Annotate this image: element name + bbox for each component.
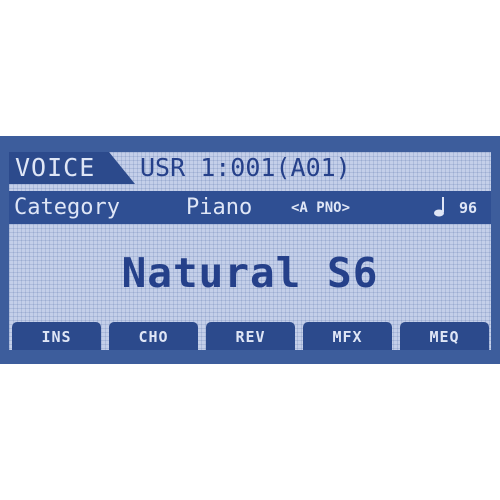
soft-button-row: INS CHO REV MFX MEQ xyxy=(9,322,491,350)
device-bezel: VOICE USR 1:001(A01) Category Piano <A P… xyxy=(0,136,500,364)
category-row: Category Piano <A PNO> 96 xyxy=(9,191,491,224)
category-value: Piano xyxy=(186,195,253,220)
mfx-button[interactable]: MFX xyxy=(303,322,392,350)
category-abbreviation: <A PNO> xyxy=(291,200,351,216)
category-label: Category xyxy=(14,195,120,220)
ins-button[interactable]: INS xyxy=(12,322,101,350)
lcd-screen: VOICE USR 1:001(A01) Category Piano <A P… xyxy=(9,152,491,350)
voice-number: USR 1:001(A01) xyxy=(140,153,351,182)
cho-button[interactable]: CHO xyxy=(109,322,198,350)
rev-button[interactable]: REV xyxy=(206,322,295,350)
mode-label: VOICE xyxy=(15,153,96,182)
note-icon xyxy=(434,197,444,217)
meq-button[interactable]: MEQ xyxy=(400,322,489,350)
voice-name: Natural S6 xyxy=(121,249,379,297)
header-row: VOICE USR 1:001(A01) xyxy=(9,152,491,184)
tempo-value: 96 xyxy=(459,199,478,217)
